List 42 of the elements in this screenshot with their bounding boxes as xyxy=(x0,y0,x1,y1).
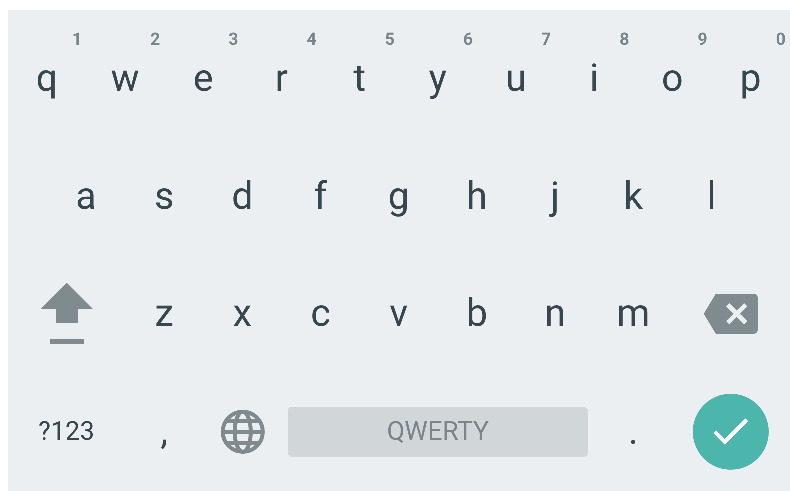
key[interactable]: b xyxy=(462,295,492,334)
key[interactable]: c xyxy=(306,295,335,334)
key-hint: 3 xyxy=(228,29,239,52)
symbols-key[interactable]: ?123 xyxy=(38,412,95,452)
key-hint: 2 xyxy=(150,29,160,52)
key[interactable]: k xyxy=(620,178,648,216)
key[interactable]: u xyxy=(502,60,531,98)
key[interactable]: n xyxy=(540,295,570,334)
key[interactable]: . xyxy=(624,413,643,452)
key[interactable]: l xyxy=(703,178,720,216)
key[interactable]: x xyxy=(229,295,256,334)
key[interactable]: r xyxy=(271,60,292,98)
key-hint: 4 xyxy=(306,29,317,52)
key-hint: 5 xyxy=(385,29,395,52)
key[interactable]: v xyxy=(386,295,412,334)
globe-icon[interactable] xyxy=(220,409,266,456)
key[interactable]: m xyxy=(612,295,654,334)
key[interactable]: , xyxy=(156,413,172,452)
backspace-icon[interactable] xyxy=(704,294,758,334)
key[interactable]: f xyxy=(310,178,332,216)
key[interactable]: i xyxy=(586,60,604,98)
key[interactable]: d xyxy=(228,178,258,216)
key-hint: 0 xyxy=(776,29,786,52)
key[interactable]: p xyxy=(736,60,766,98)
key[interactable]: y xyxy=(425,60,452,98)
key-hint: 6 xyxy=(463,29,474,52)
key-hint: 7 xyxy=(542,29,552,52)
key[interactable]: t xyxy=(350,60,370,98)
key[interactable]: w xyxy=(107,60,144,98)
key-hint: 1 xyxy=(72,29,82,52)
key[interactable]: s xyxy=(150,178,178,216)
key[interactable]: e xyxy=(189,60,218,98)
key[interactable]: j xyxy=(546,178,564,216)
key[interactable]: z xyxy=(150,295,178,334)
key[interactable]: o xyxy=(658,60,688,98)
key-hint: 8 xyxy=(620,29,630,52)
key[interactable]: h xyxy=(462,178,492,216)
key-hint: 9 xyxy=(698,29,708,52)
key[interactable]: q xyxy=(32,60,62,98)
key[interactable]: a xyxy=(72,178,101,216)
check-icon xyxy=(712,417,750,448)
key[interactable]: g xyxy=(384,178,414,216)
